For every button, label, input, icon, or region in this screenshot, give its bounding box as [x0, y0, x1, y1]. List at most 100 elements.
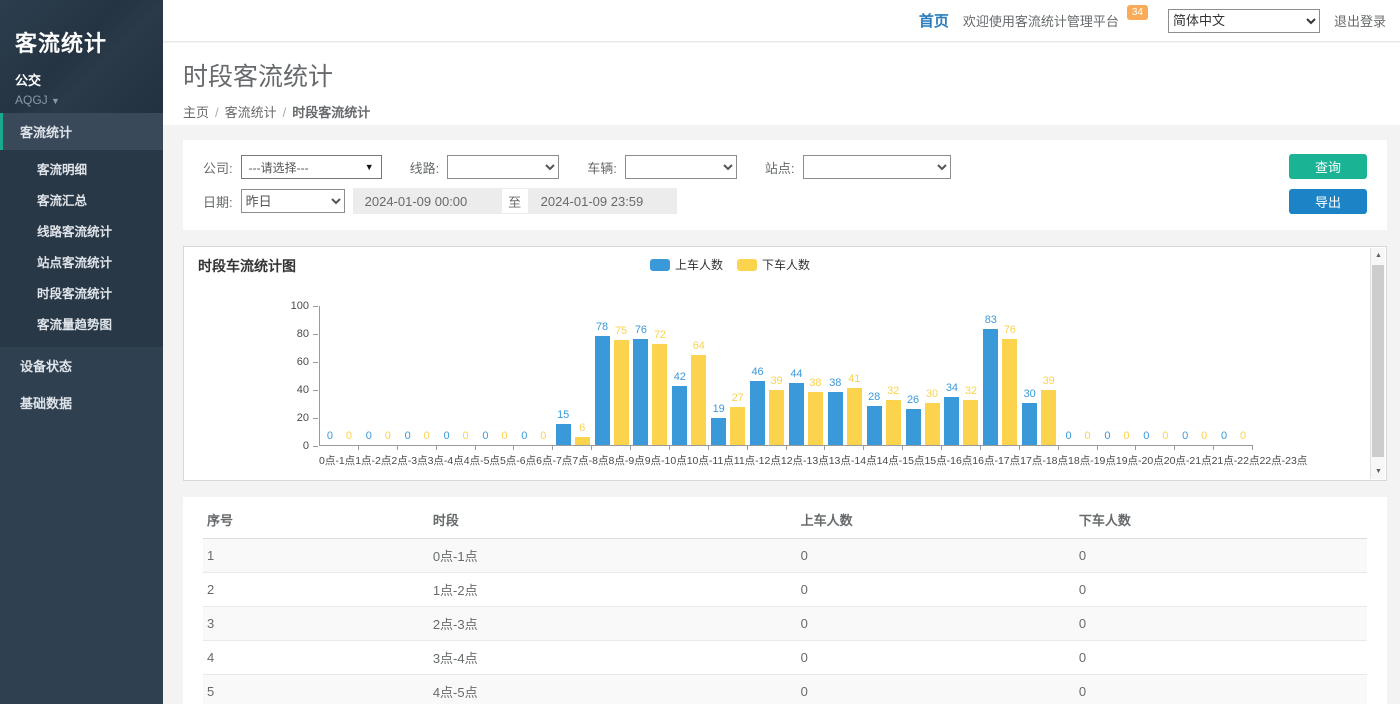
sidebar-subitem-线路客流统计[interactable]: 线路客流统计: [0, 215, 163, 246]
x-axis-label: 19点-20点: [1116, 453, 1164, 468]
x-axis-label: 16点-17点: [972, 453, 1020, 468]
breadcrumb: 主页/客流统计/时段客流统计: [183, 102, 1400, 121]
sidebar-subitem-站点客流统计[interactable]: 站点客流统计: [0, 246, 163, 277]
table-header-cell: 时段: [429, 501, 797, 539]
sidebar-nav: 客流统计客流明细客流汇总线路客流统计站点客流统计时段客流统计客流量趋势图设备状态…: [0, 113, 163, 421]
date-label: 日期:: [203, 192, 233, 211]
sidebar-subitem-客流量趋势图[interactable]: 客流量趋势图: [0, 308, 163, 339]
x-axis-label: 9点-10点: [645, 453, 687, 468]
x-axis-label: 21点-22点: [1212, 453, 1260, 468]
chart-scrollbar[interactable]: ▲ ▼: [1370, 248, 1385, 479]
bar-value-label: 42: [674, 371, 686, 383]
bar-value-label: 39: [770, 375, 782, 387]
bar-value-label: 44: [790, 368, 802, 380]
sidebar-subitem-客流汇总[interactable]: 客流汇总: [0, 184, 163, 215]
bar-alighting: 32: [886, 400, 901, 445]
chevron-down-icon: ▼: [51, 96, 60, 106]
table-cell: 3点-4点: [429, 641, 797, 675]
sidebar-subitem-客流明细[interactable]: 客流明细: [0, 153, 163, 184]
table-header-row: 序号时段上车人数下车人数: [203, 501, 1367, 539]
line-select[interactable]: [447, 155, 559, 179]
x-axis-label: 20点-21点: [1164, 453, 1212, 468]
bar-alighting: 39: [1041, 390, 1056, 445]
user-dropdown[interactable]: AQGJ ▼: [15, 93, 163, 107]
bar-alighting: 6: [575, 437, 590, 445]
bar-value-label: 83: [985, 314, 997, 326]
bar-value-label: 30: [1024, 388, 1036, 400]
bar-alighting: 30: [925, 403, 940, 445]
table-cell: 0: [1075, 607, 1367, 641]
y-axis-tick: 60: [297, 356, 309, 368]
breadcrumb-item[interactable]: 客流统计: [225, 105, 277, 120]
sidebar-subitem-时段客流统计[interactable]: 时段客流统计: [0, 277, 163, 308]
bar-value-label: 76: [635, 324, 647, 336]
bar-boarding: 44: [789, 383, 804, 445]
bar-boarding: 19: [711, 418, 726, 445]
x-axis-label: 10点-11点: [687, 453, 734, 468]
page-title: 时段客流统计: [183, 57, 1400, 93]
sidebar-item-设备状态[interactable]: 设备状态: [0, 347, 163, 384]
chart-bar-group: 3841: [825, 388, 864, 445]
bar-boarding: 28: [867, 406, 882, 445]
bar-value-label: 0: [1123, 430, 1129, 442]
bar-alighting: 41: [847, 388, 862, 445]
brand-area: 客流统计 公交 AQGJ ▼: [0, 0, 163, 113]
table-cell: 0: [797, 539, 1075, 573]
scrollbar-thumb[interactable]: [1372, 265, 1384, 457]
bar-value-label: 0: [540, 430, 546, 442]
date-from-input[interactable]: 2024-01-09 00:00: [353, 188, 501, 214]
company-select[interactable]: ---请选择--- ▼: [241, 155, 382, 179]
y-axis-tick: 20: [297, 412, 309, 424]
vehicle-select[interactable]: [625, 155, 737, 179]
stats-table: 序号时段上车人数下车人数 10点-1点0021点-2点0032点-3点0043点…: [203, 501, 1367, 704]
bar-value-label: 41: [848, 373, 860, 385]
bar-boarding: 78: [595, 336, 610, 445]
legend-item-上车人数[interactable]: 上车人数: [650, 256, 723, 273]
breadcrumb-separator: /: [283, 105, 287, 120]
table-cell: 0点-1点: [429, 539, 797, 573]
sidebar-item-客流统计[interactable]: 客流统计: [0, 113, 163, 150]
scroll-up-icon[interactable]: ▲: [1371, 248, 1386, 263]
y-axis-tick: 100: [291, 300, 309, 312]
bar-alighting: 64: [691, 355, 706, 445]
bar-value-label: 15: [557, 409, 569, 421]
table-row: 54点-5点00: [203, 675, 1367, 704]
bar-value-label: 72: [654, 329, 666, 341]
main-content: 公司: ---请选择--- ▼ 线路: 车辆: 站点: 日期: 昨日: [163, 125, 1400, 704]
x-axis-label: 22点-23点: [1259, 453, 1307, 468]
bar-value-label: 38: [829, 377, 841, 389]
notification-badge[interactable]: 34: [1127, 5, 1148, 20]
date-preset-select[interactable]: 昨日: [241, 189, 345, 213]
query-button[interactable]: 查询: [1289, 154, 1367, 179]
bar-value-label: 32: [887, 385, 899, 397]
bar-alighting: 27: [730, 407, 745, 445]
bar-value-label: 0: [385, 430, 391, 442]
table-cell: 2点-3点: [429, 607, 797, 641]
bar-value-label: 0: [1104, 430, 1110, 442]
bar-value-label: 46: [751, 366, 763, 378]
table-cell: 0: [1075, 573, 1367, 607]
export-button[interactable]: 导出: [1289, 189, 1367, 214]
bar-value-label: 75: [615, 325, 627, 337]
bar-value-label: 0: [1066, 430, 1072, 442]
sidebar-submenu: 客流明细客流汇总线路客流统计站点客流统计时段客流统计客流量趋势图: [0, 150, 163, 347]
date-to-input[interactable]: 2024-01-09 23:59: [529, 188, 677, 214]
breadcrumb-item[interactable]: 主页: [183, 105, 209, 120]
sidebar: 客流统计 公交 AQGJ ▼ 客流统计客流明细客流汇总线路客流统计站点客流统计时…: [0, 0, 163, 704]
welcome-text: 欢迎使用客流统计管理平台: [963, 11, 1119, 30]
language-select[interactable]: 简体中文: [1168, 9, 1320, 33]
bar-boarding: 30: [1022, 403, 1037, 445]
chart-panel: 时段车流统计图 上车人数下车人数 020406080100 0000000000…: [183, 246, 1387, 481]
chart-bar-group: 1927: [709, 407, 748, 445]
legend-item-下车人数[interactable]: 下车人数: [737, 256, 810, 273]
scroll-down-icon[interactable]: ▼: [1371, 464, 1386, 479]
bar-alighting: 72: [652, 344, 667, 445]
x-axis-label: 15点-16点: [924, 453, 972, 468]
home-link[interactable]: 首页: [919, 10, 949, 31]
logout-link[interactable]: 退出登录: [1334, 11, 1386, 30]
table-row: 32点-3点00: [203, 607, 1367, 641]
x-axis-label: 4点-5点: [464, 453, 500, 468]
station-select[interactable]: [803, 155, 951, 179]
x-axis-label: 11点-12点: [734, 453, 781, 468]
sidebar-item-基础数据[interactable]: 基础数据: [0, 384, 163, 421]
